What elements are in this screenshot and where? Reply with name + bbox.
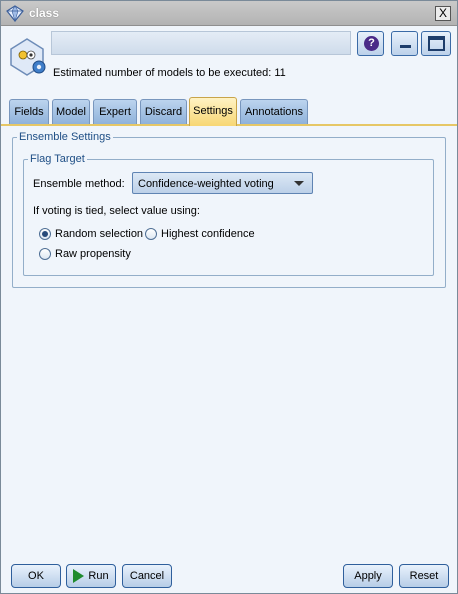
close-icon: X — [438, 6, 447, 20]
run-button[interactable]: Run — [66, 564, 116, 588]
chevron-down-icon — [294, 181, 304, 186]
radio-button[interactable] — [39, 248, 51, 260]
radio-label: Random selection — [55, 228, 144, 240]
radio-label: Raw propensity — [55, 248, 131, 260]
minimize-icon — [400, 45, 411, 48]
tab-annotations[interactable]: Annotations — [240, 99, 308, 124]
cancel-button[interactable]: Cancel — [122, 564, 172, 588]
dialog-header: ? Estimated number of models to be execu… — [1, 27, 457, 95]
maximize-icon — [428, 36, 445, 51]
radio-raw-propensity[interactable]: Raw propensity — [39, 248, 131, 260]
reset-button[interactable]: Reset — [399, 564, 449, 588]
help-button[interactable]: ? — [357, 31, 384, 56]
radio-label: Highest confidence — [161, 228, 255, 240]
ensemble-settings-label: Ensemble Settings — [17, 131, 113, 143]
run-label: Run — [88, 570, 109, 582]
radio-random-selection[interactable]: Random selection — [39, 228, 143, 240]
tab-expert[interactable]: Expert — [93, 99, 137, 124]
help-icon: ? — [364, 36, 379, 51]
radio-highest-confidence[interactable]: Highest confidence — [145, 228, 255, 240]
minimize-button[interactable] — [391, 31, 418, 56]
maximize-button[interactable] — [421, 31, 451, 56]
flag-target-label: Flag Target — [28, 153, 87, 165]
ensemble-method-value: Confidence-weighted voting — [138, 178, 274, 190]
models-estimate-text: Estimated number of models to be execute… — [53, 67, 286, 79]
tie-break-label: If voting is tied, select value using: — [33, 205, 200, 217]
ensemble-node-icon — [10, 38, 46, 76]
window-title: class — [29, 6, 60, 20]
apply-button[interactable]: Apply — [343, 564, 393, 588]
diamond-node-icon — [6, 5, 24, 22]
play-icon — [73, 569, 85, 583]
tab-fields[interactable]: Fields — [9, 99, 49, 124]
close-button[interactable]: X — [435, 6, 451, 21]
ok-button[interactable]: OK — [11, 564, 61, 588]
node-name-field[interactable] — [51, 31, 351, 55]
radio-button[interactable] — [39, 228, 51, 240]
tab-model[interactable]: Model — [52, 99, 90, 124]
tab-discard[interactable]: Discard — [140, 99, 187, 124]
tab-settings[interactable]: Settings — [189, 97, 237, 126]
radio-button[interactable] — [145, 228, 157, 240]
ensemble-method-label: Ensemble method: — [33, 178, 125, 190]
dialog-window: class X ? Estimated number of models to … — [0, 0, 458, 594]
title-bar[interactable]: class X — [1, 1, 457, 26]
ensemble-method-select[interactable]: Confidence-weighted voting — [132, 172, 313, 194]
